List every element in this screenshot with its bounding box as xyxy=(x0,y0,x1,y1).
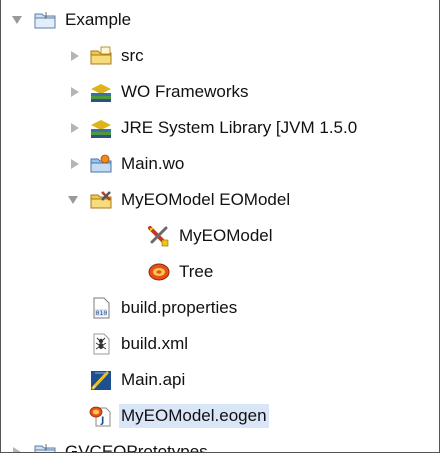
svg-text:J: J xyxy=(44,443,47,451)
eomodel-tools-icon xyxy=(147,225,171,247)
api-file-icon xyxy=(89,369,113,391)
tree-item-tree-entity[interactable]: Tree xyxy=(1,254,439,290)
svg-text:J: J xyxy=(100,416,104,426)
expanded-triangle-icon[interactable] xyxy=(7,2,27,38)
tree-item-label: src xyxy=(121,46,144,65)
library-icon xyxy=(89,117,113,139)
svg-text:J: J xyxy=(44,11,47,19)
tree-item-label: Tree xyxy=(179,262,214,281)
tree-item-wo-frameworks[interactable]: WO Frameworks xyxy=(1,74,439,110)
collapsed-triangle-icon[interactable] xyxy=(65,38,85,74)
tree-item-label: GVCEOPrototypes xyxy=(65,442,208,453)
project-folder-icon: J xyxy=(33,9,57,31)
collapsed-triangle-icon[interactable] xyxy=(7,434,27,452)
tree-item-myeomodel-eomodel[interactable]: MyEOModel EOModel xyxy=(1,182,439,218)
tree-item-label: MyEOModel EOModel xyxy=(121,190,291,209)
tree-item-label: MyEOModel.eogen xyxy=(119,404,269,428)
wo-component-folder-icon xyxy=(89,153,113,175)
tree-item-label: build.xml xyxy=(121,334,189,353)
tree-item-label: Main.api xyxy=(121,370,186,389)
expanded-triangle-icon[interactable] xyxy=(63,182,83,218)
project-folder-icon: J xyxy=(33,441,57,452)
collapsed-triangle-icon[interactable] xyxy=(65,110,85,146)
tree-item-label: Example xyxy=(65,10,132,29)
collapsed-triangle-icon[interactable] xyxy=(65,74,85,110)
tree-item-label: JRE System Library [JVM 1.5.0 xyxy=(121,118,358,137)
library-icon xyxy=(89,81,113,103)
collapsed-triangle-icon[interactable] xyxy=(65,146,85,182)
tree-item-main-wo[interactable]: Main.wo xyxy=(1,146,439,182)
tree-item-src[interactable]: src xyxy=(1,38,439,74)
tree-item-build-xml[interactable]: build.xml xyxy=(1,326,439,362)
tree-item-label: MyEOModel xyxy=(179,226,273,245)
tree-item-label: build.properties xyxy=(121,298,238,317)
tree-item-jre-system-library[interactable]: JRE System Library [JVM 1.5.0 xyxy=(1,110,439,146)
tree-item-myeomodel[interactable]: MyEOModel xyxy=(1,218,439,254)
tree-item-main-api[interactable]: Main.api xyxy=(1,362,439,398)
svg-text:010: 010 xyxy=(96,309,108,317)
entity-icon xyxy=(147,261,171,283)
properties-file-icon: 010 xyxy=(89,297,113,319)
tree-item-myeomodel-eogen[interactable]: J MyEOModel.eogen xyxy=(1,398,439,434)
source-folder-icon xyxy=(89,45,113,67)
tree-item-label: Main.wo xyxy=(121,154,185,173)
tree-item-build-properties[interactable]: 010 build.properties xyxy=(1,290,439,326)
eomodel-folder-icon xyxy=(89,189,113,211)
eogen-file-icon: J xyxy=(89,405,113,427)
ant-file-icon xyxy=(89,333,113,355)
tree-item-gvceoprototypes[interactable]: J GVCEOPrototypes xyxy=(1,434,439,453)
package-explorer-tree: J Example src WO Frameworks JRE System L… xyxy=(0,0,440,453)
tree-item-label: WO Frameworks xyxy=(121,82,249,101)
tree-item-example[interactable]: J Example xyxy=(1,2,439,38)
